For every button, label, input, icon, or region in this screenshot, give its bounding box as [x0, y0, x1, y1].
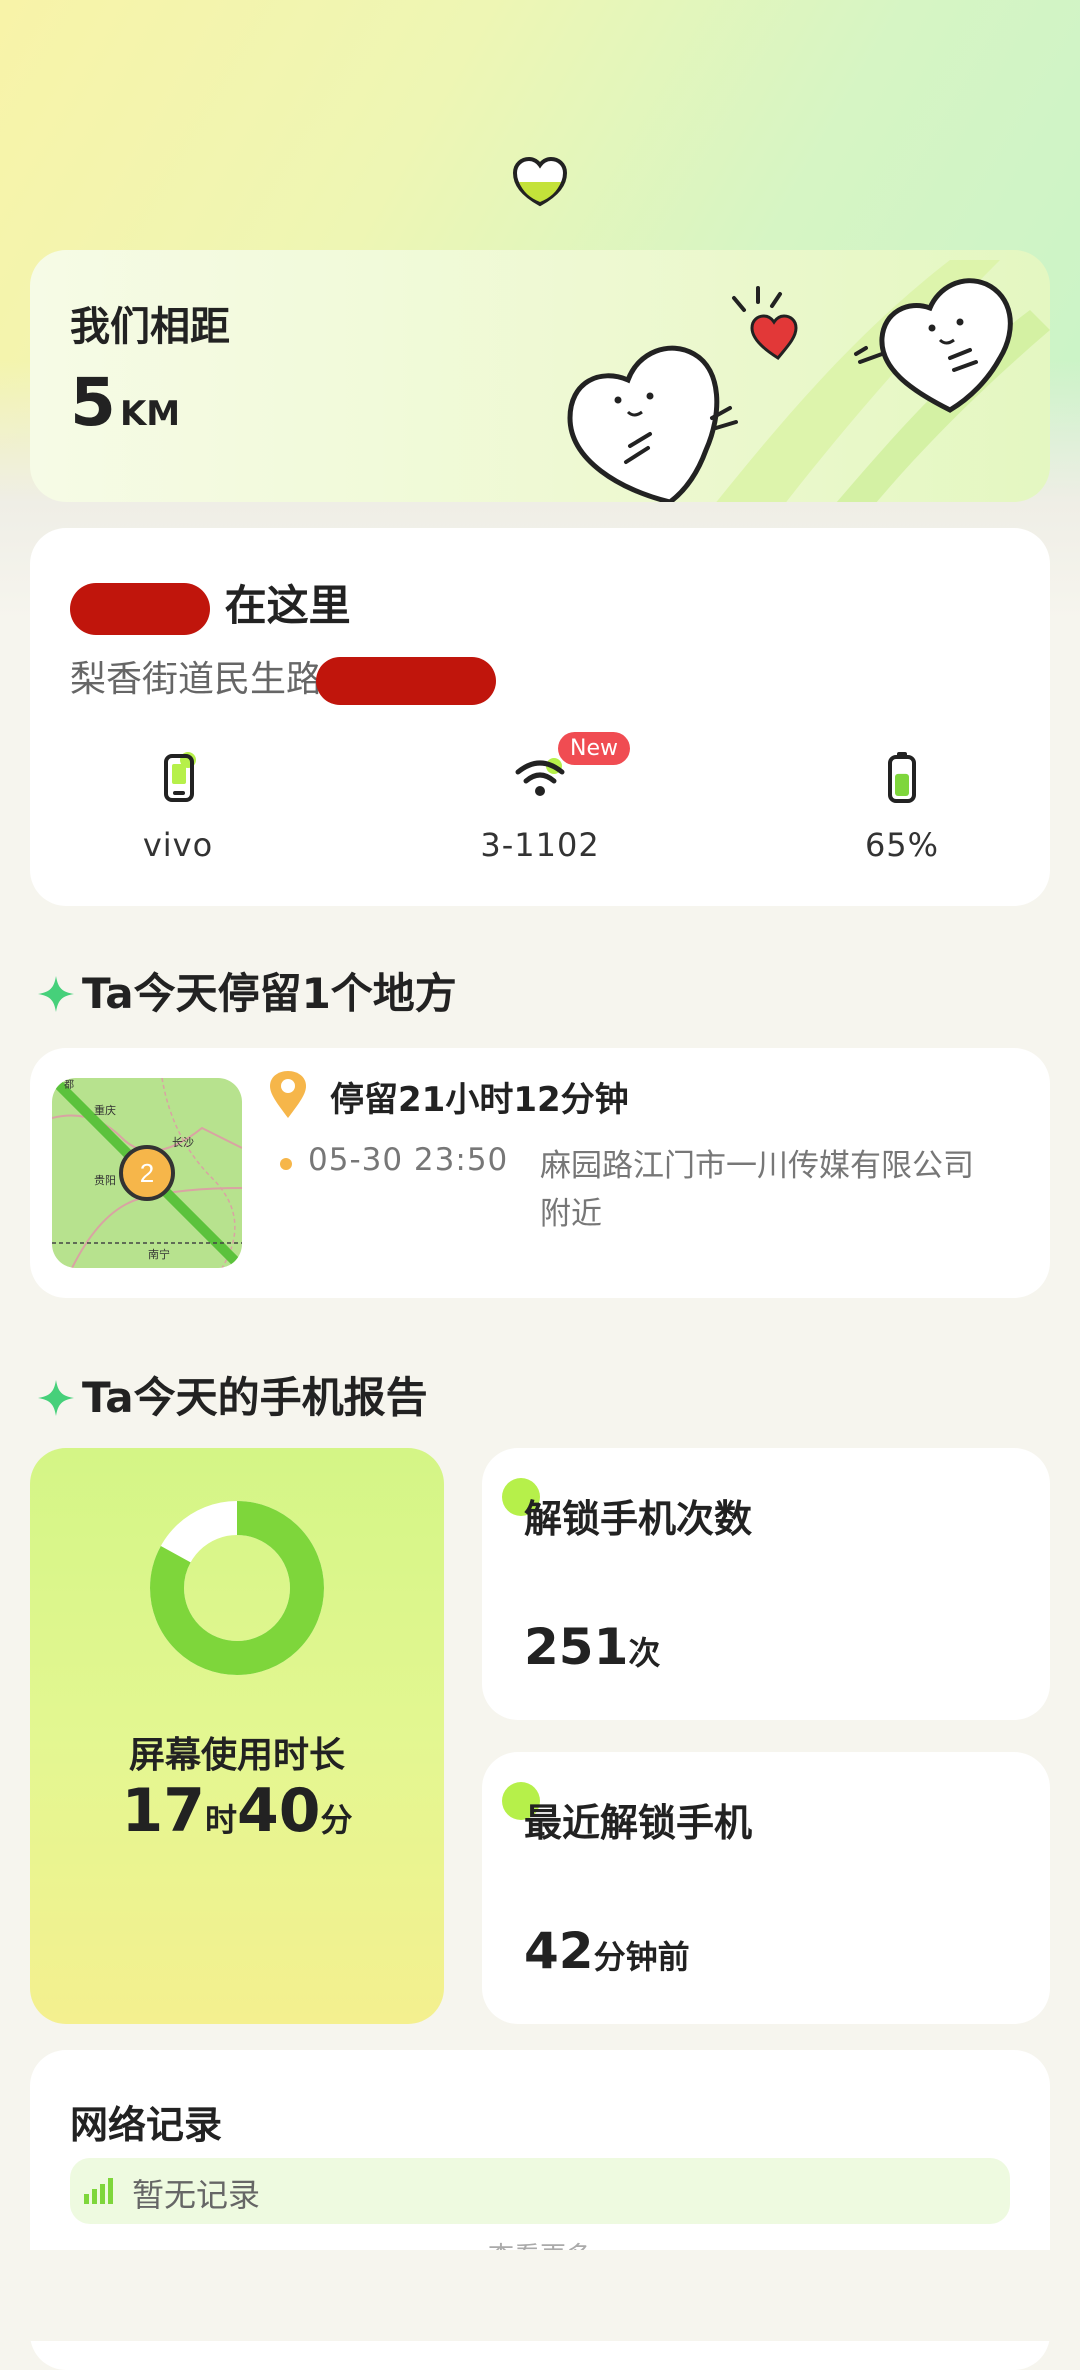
hugging-hearts-illustration [567, 260, 1050, 502]
distance-title: 我们相距 [70, 304, 230, 350]
network-empty-row: 暂无记录 [70, 2158, 1010, 2224]
device-stat[interactable]: vivo [78, 748, 278, 864]
map-label-top: 都 [64, 1079, 74, 1091]
unlock-count-value: 251次 [524, 1618, 660, 1676]
address-text: 梨香街道民生路 [70, 659, 323, 700]
report-section-title: Ta今天的手机报告 [36, 1364, 428, 1425]
battery-fill [895, 773, 909, 796]
distance-card[interactable]: 我们相距 5 KM [30, 250, 1050, 502]
redacted-name [70, 582, 210, 635]
distance-number: 5 [70, 364, 116, 441]
battery-label: 65% [864, 826, 940, 864]
last-unlock-value: 42分钟前 [524, 1922, 690, 1980]
stay-place: 麻园路江门市一川传媒有限公司 附近 [540, 1148, 974, 1232]
location-title-suffix: 在这里 [224, 581, 351, 630]
last-unlock-unit: 分钟前 [593, 1938, 690, 1976]
last-unlock-card[interactable]: 最近解锁手机 42分钟前 [482, 1752, 1050, 2024]
stay-card[interactable]: 重庆 贵阳 长沙 南宁 都 2 停留21小时12分钟 05-30 23:50 麻… [30, 1048, 1050, 1298]
stay-time: 05-30 23:50 [308, 1142, 509, 1178]
stay-map[interactable]: 重庆 贵阳 长沙 南宁 都 2 [52, 1078, 242, 1268]
map-label-chongqing: 重庆 [94, 1103, 116, 1117]
wifi-stat[interactable]: New 3-1102 [440, 732, 640, 864]
map-label-nanning: 南宁 [148, 1247, 170, 1261]
map-label-guiyang: 贵阳 [94, 1174, 116, 1187]
heart-logo-icon [512, 156, 568, 207]
sparkle-icon [38, 976, 74, 1012]
wifi-icon: New [510, 732, 630, 808]
screen-hours: 17 [121, 1776, 205, 1846]
screen-minutes-unit: 分 [320, 1801, 353, 1839]
phone-icon [148, 748, 208, 808]
unlock-count-title: 解锁手机次数 [524, 1497, 753, 1541]
last-unlock-title: 最近解锁手机 [524, 1801, 753, 1845]
distance-value: 5 KM [70, 370, 180, 436]
location-title: 在这里 [70, 572, 351, 635]
device-label: vivo [142, 826, 214, 864]
network-title: 网络记录 [70, 2103, 223, 2147]
unlock-count-number: 251 [524, 1618, 629, 1676]
bottom-edge [0, 2250, 1080, 2341]
stay-duration: 停留21小时12分钟 [330, 1080, 629, 1120]
timeline-dot [280, 1158, 292, 1170]
screen-time-card[interactable]: 屏幕使用时长 17时40分 [30, 1448, 444, 2024]
screen-minutes: 40 [237, 1776, 321, 1846]
wifi-label: 3-1102 [480, 826, 600, 864]
screen-time-ring [150, 1501, 324, 1675]
sparkle-icon [38, 1380, 74, 1416]
distance-unit: KM [119, 394, 181, 434]
screen-time-label: 屏幕使用时长 [128, 1735, 345, 1776]
map-count: 2 [140, 1158, 154, 1188]
signal-icon [84, 2178, 113, 2204]
stay-section-title: Ta今天停留1个地方 [36, 960, 457, 1021]
map-label-changsha: 长沙 [172, 1136, 194, 1149]
battery-stat[interactable]: 65% [802, 748, 1002, 864]
stay-section-text: Ta今天停留1个地方 [82, 969, 457, 1018]
location-address: 梨香街道民生路 [70, 650, 497, 705]
new-badge: New [558, 732, 630, 765]
last-unlock-number: 42 [524, 1922, 594, 1980]
screen-time-value: 17时40分 [30, 1776, 444, 1846]
battery-icon [872, 748, 932, 808]
redacted-address [316, 657, 497, 705]
network-empty-text: 暂无记录 [132, 2176, 261, 2214]
unlock-count-card[interactable]: 解锁手机次数 251次 [482, 1448, 1050, 1720]
location-pin-icon [270, 1071, 306, 1118]
screen-hours-unit: 时 [204, 1801, 237, 1839]
unlock-count-unit: 次 [628, 1634, 661, 1672]
location-card[interactable]: 在这里 梨香街道民生路 vivo New 3-1102 65% [30, 528, 1050, 906]
report-section-text: Ta今天的手机报告 [82, 1373, 428, 1422]
